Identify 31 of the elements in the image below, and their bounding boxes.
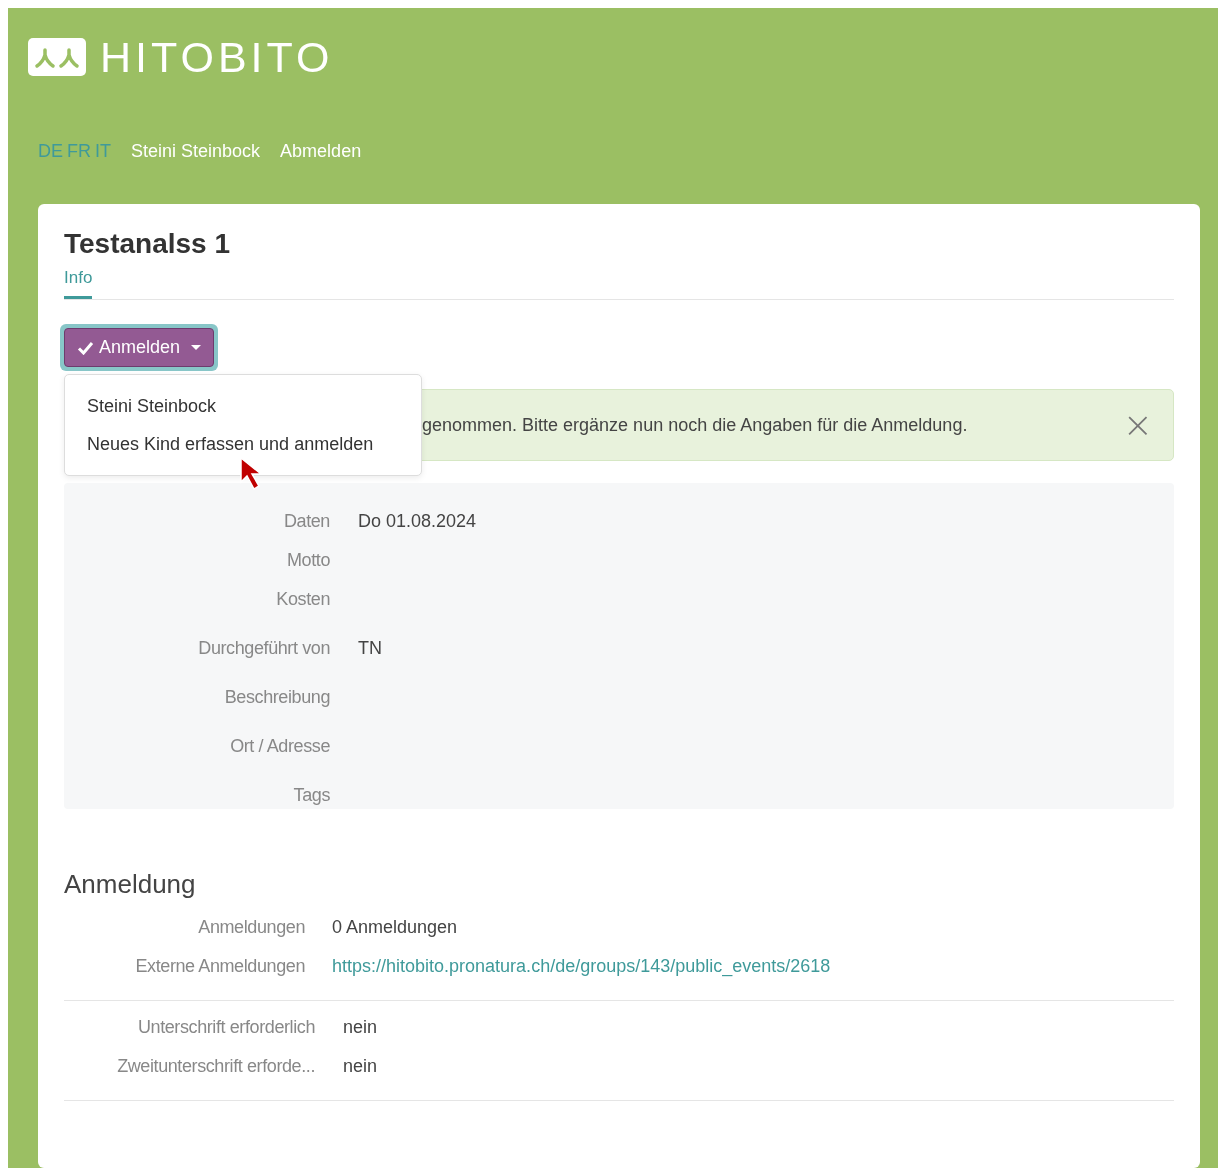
menu-item[interactable]: Steini Steinbock <box>65 387 421 425</box>
check-icon <box>77 340 94 355</box>
field-value: Do 01.08.2024 <box>358 510 477 533</box>
field-value: TN <box>358 637 382 660</box>
field-label: Externe Anmeldungen <box>134 955 305 978</box>
field-label: Motto <box>285 549 330 572</box>
caret-icon <box>191 345 202 350</box>
field-label: Anmeldungen <box>197 916 305 939</box>
field-label: Daten <box>282 510 330 533</box>
field-label: Unterschrift erforderlich <box>136 1016 315 1039</box>
user-link[interactable]: Steini Steinbock <box>131 141 261 162</box>
logo-text: HITOBITO <box>100 37 334 77</box>
section-heading: Anmeldung <box>64 868 197 901</box>
field-value: nein <box>343 1055 378 1078</box>
close-button[interactable]: × <box>1122 410 1153 440</box>
alert-message: genommen. Bitte ergänze nun noch die Angaben für die Anmeldung. <box>422 414 969 436</box>
logo-icon <box>28 38 86 76</box>
register-button[interactable]: Anmelden <box>64 328 215 367</box>
field-value: nein <box>343 1016 378 1039</box>
field-label: Kosten <box>275 588 330 611</box>
page-title: Testanalss 1 <box>64 227 232 261</box>
field-value: 0 Anmeldungen <box>332 916 458 939</box>
url-link[interactable]: https://hitobito.pronatura.ch/de/groups/143/public_events/2618 <box>332 954 831 978</box>
logout-link[interactable]: Abmelden <box>280 141 362 162</box>
field-label: Durchgeführt von <box>197 637 330 660</box>
tab[interactable]: Info <box>64 268 93 299</box>
field-label: Beschreibung <box>223 686 330 709</box>
field-label: Ort / Adresse <box>229 735 330 758</box>
field-label: Tags <box>292 784 330 807</box>
field-label: Zweitunterschrift erforde... <box>116 1055 315 1078</box>
menu-item[interactable]: Neues Kind erfassen und anmelden <box>65 425 421 463</box>
